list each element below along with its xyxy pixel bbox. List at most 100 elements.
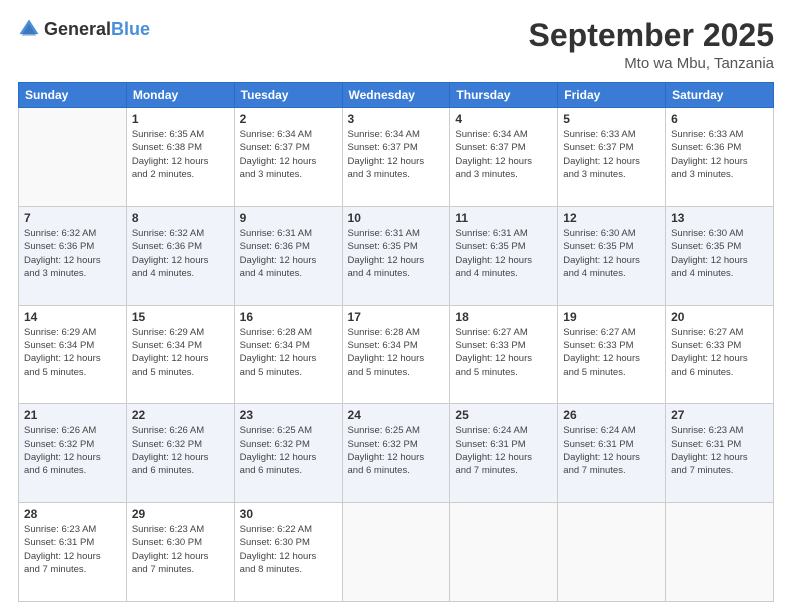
table-row: 26Sunrise: 6:24 AM Sunset: 6:31 PM Dayli…: [558, 404, 666, 503]
col-friday: Friday: [558, 83, 666, 108]
day-info: Sunrise: 6:27 AM Sunset: 6:33 PM Dayligh…: [671, 326, 768, 379]
title-area: September 2025 Mto wa Mbu, Tanzania: [529, 18, 774, 72]
day-number: 8: [132, 211, 229, 225]
col-saturday: Saturday: [666, 83, 774, 108]
logo: GeneralBlue: [18, 18, 150, 40]
day-info: Sunrise: 6:23 AM Sunset: 6:31 PM Dayligh…: [671, 424, 768, 477]
table-row: 12 Sunrise: 6:30 AM Sunset: 6:35 PM Dayli…: [558, 206, 666, 305]
table-row: 7Sunrise: 6:32 AM Sunset: 6:36 PM Daylig…: [19, 206, 127, 305]
table-row: 5Sunrise: 6:33 AM Sunset: 6:37 PM Daylig…: [558, 108, 666, 207]
day-info: Sunrise: 6:26 AM Sunset: 6:32 PM Dayligh…: [132, 424, 229, 477]
col-thursday: Thursday: [450, 83, 558, 108]
table-row: [558, 503, 666, 602]
logo-blue: Blue: [111, 19, 150, 39]
table-row: [19, 108, 127, 207]
day-number: 12: [563, 211, 660, 225]
day-info: Sunrise: 6:28 AM Sunset: 6:34 PM Dayligh…: [240, 326, 337, 379]
day-info: Sunrise: 6:26 AM Sunset: 6:32 PM Dayligh…: [24, 424, 121, 477]
day-number: 16: [240, 310, 337, 324]
table-row: 15Sunrise: 6:29 AM Sunset: 6:34 PM Dayli…: [126, 305, 234, 404]
day-info: Sunrise: 6:33 AM Sunset: 6:37 PM Dayligh…: [563, 128, 660, 181]
table-row: 20 Sunrise: 6:27 AM Sunset: 6:33 PM Dayli…: [666, 305, 774, 404]
table-row: 30Sunrise: 6:22 AM Sunset: 6:30 PM Dayli…: [234, 503, 342, 602]
day-number: 1: [132, 112, 229, 126]
table-row: 2 Sunrise: 6:34 AM Sunset: 6:37 PM Daylig…: [234, 108, 342, 207]
logo-icon: [18, 18, 40, 40]
day-info: Sunrise: 6:30 AM Sunset: 6:35 PM Dayligh…: [671, 227, 768, 280]
calendar-week-2: 7Sunrise: 6:32 AM Sunset: 6:36 PM Daylig…: [19, 206, 774, 305]
month-title: September 2025: [529, 18, 774, 53]
table-row: 24 Sunrise: 6:25 AM Sunset: 6:32 PM Dayli…: [342, 404, 450, 503]
table-row: [666, 503, 774, 602]
day-number: 25: [455, 408, 552, 422]
table-row: 19 Sunrise: 6:27 AM Sunset: 6:33 PM Dayli…: [558, 305, 666, 404]
day-info: Sunrise: 6:28 AM Sunset: 6:34 PM Dayligh…: [348, 326, 445, 379]
day-info: Sunrise: 6:27 AM Sunset: 6:33 PM Dayligh…: [455, 326, 552, 379]
day-info: Sunrise: 6:29 AM Sunset: 6:34 PM Dayligh…: [24, 326, 121, 379]
day-number: 14: [24, 310, 121, 324]
day-info: Sunrise: 6:24 AM Sunset: 6:31 PM Dayligh…: [455, 424, 552, 477]
day-number: 23: [240, 408, 337, 422]
day-info: Sunrise: 6:34 AM Sunset: 6:37 PM Dayligh…: [455, 128, 552, 181]
table-row: 27 Sunrise: 6:23 AM Sunset: 6:31 PM Dayli…: [666, 404, 774, 503]
day-info: Sunrise: 6:31 AM Sunset: 6:36 PM Dayligh…: [240, 227, 337, 280]
table-row: 22 Sunrise: 6:26 AM Sunset: 6:32 PM Dayli…: [126, 404, 234, 503]
day-number: 20: [671, 310, 768, 324]
day-info: Sunrise: 6:32 AM Sunset: 6:36 PM Dayligh…: [24, 227, 121, 280]
table-row: 9Sunrise: 6:31 AM Sunset: 6:36 PM Daylig…: [234, 206, 342, 305]
day-info: Sunrise: 6:30 AM Sunset: 6:35 PM Dayligh…: [563, 227, 660, 280]
day-number: 27: [671, 408, 768, 422]
calendar-week-5: 28 Sunrise: 6:23 AM Sunset: 6:31 PM Dayli…: [19, 503, 774, 602]
table-row: 13 Sunrise: 6:30 AM Sunset: 6:35 PM Dayli…: [666, 206, 774, 305]
logo-text: GeneralBlue: [44, 19, 150, 40]
table-row: 16 Sunrise: 6:28 AM Sunset: 6:34 PM Dayli…: [234, 305, 342, 404]
day-info: Sunrise: 6:23 AM Sunset: 6:30 PM Dayligh…: [132, 523, 229, 576]
table-row: 14 Sunrise: 6:29 AM Sunset: 6:34 PM Dayli…: [19, 305, 127, 404]
calendar-header-row: Sunday Monday Tuesday Wednesday Thursday…: [19, 83, 774, 108]
day-number: 28: [24, 507, 121, 521]
col-tuesday: Tuesday: [234, 83, 342, 108]
day-info: Sunrise: 6:31 AM Sunset: 6:35 PM Dayligh…: [455, 227, 552, 280]
table-row: 23 Sunrise: 6:25 AM Sunset: 6:32 PM Dayli…: [234, 404, 342, 503]
day-info: Sunrise: 6:33 AM Sunset: 6:36 PM Dayligh…: [671, 128, 768, 181]
table-row: 18 Sunrise: 6:27 AM Sunset: 6:33 PM Dayli…: [450, 305, 558, 404]
table-row: 1 Sunrise: 6:35 AM Sunset: 6:38 PM Daylig…: [126, 108, 234, 207]
col-sunday: Sunday: [19, 83, 127, 108]
day-number: 3: [348, 112, 445, 126]
day-number: 13: [671, 211, 768, 225]
day-number: 18: [455, 310, 552, 324]
table-row: 17 Sunrise: 6:28 AM Sunset: 6:34 PM Dayli…: [342, 305, 450, 404]
day-number: 19: [563, 310, 660, 324]
day-info: Sunrise: 6:35 AM Sunset: 6:38 PM Dayligh…: [132, 128, 229, 181]
table-row: 21Sunrise: 6:26 AM Sunset: 6:32 PM Dayli…: [19, 404, 127, 503]
day-info: Sunrise: 6:23 AM Sunset: 6:31 PM Dayligh…: [24, 523, 121, 576]
day-number: 22: [132, 408, 229, 422]
day-info: Sunrise: 6:31 AM Sunset: 6:35 PM Dayligh…: [348, 227, 445, 280]
day-info: Sunrise: 6:22 AM Sunset: 6:30 PM Dayligh…: [240, 523, 337, 576]
day-info: Sunrise: 6:25 AM Sunset: 6:32 PM Dayligh…: [240, 424, 337, 477]
day-info: Sunrise: 6:24 AM Sunset: 6:31 PM Dayligh…: [563, 424, 660, 477]
day-info: Sunrise: 6:34 AM Sunset: 6:37 PM Dayligh…: [348, 128, 445, 181]
table-row: 4 Sunrise: 6:34 AM Sunset: 6:37 PM Daylig…: [450, 108, 558, 207]
table-row: 8 Sunrise: 6:32 AM Sunset: 6:36 PM Daylig…: [126, 206, 234, 305]
page: GeneralBlue September 2025 Mto wa Mbu, T…: [0, 0, 792, 612]
calendar-week-3: 14 Sunrise: 6:29 AM Sunset: 6:34 PM Dayli…: [19, 305, 774, 404]
day-info: Sunrise: 6:32 AM Sunset: 6:36 PM Dayligh…: [132, 227, 229, 280]
col-monday: Monday: [126, 83, 234, 108]
day-number: 4: [455, 112, 552, 126]
day-number: 10: [348, 211, 445, 225]
day-number: 15: [132, 310, 229, 324]
calendar-week-1: 1 Sunrise: 6:35 AM Sunset: 6:38 PM Daylig…: [19, 108, 774, 207]
day-number: 2: [240, 112, 337, 126]
day-number: 11: [455, 211, 552, 225]
table-row: 29 Sunrise: 6:23 AM Sunset: 6:30 PM Dayli…: [126, 503, 234, 602]
day-number: 29: [132, 507, 229, 521]
day-number: 17: [348, 310, 445, 324]
day-info: Sunrise: 6:25 AM Sunset: 6:32 PM Dayligh…: [348, 424, 445, 477]
day-info: Sunrise: 6:27 AM Sunset: 6:33 PM Dayligh…: [563, 326, 660, 379]
day-info: Sunrise: 6:34 AM Sunset: 6:37 PM Dayligh…: [240, 128, 337, 181]
day-number: 24: [348, 408, 445, 422]
table-row: [342, 503, 450, 602]
calendar: Sunday Monday Tuesday Wednesday Thursday…: [18, 82, 774, 602]
table-row: 28 Sunrise: 6:23 AM Sunset: 6:31 PM Dayli…: [19, 503, 127, 602]
